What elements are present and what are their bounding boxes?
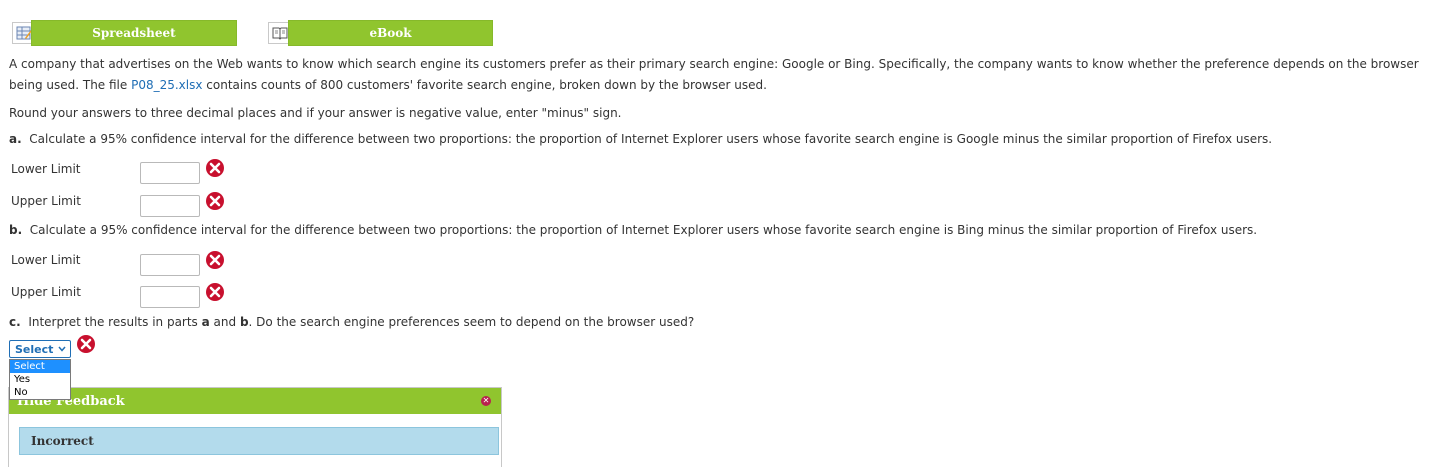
- ebook-label: eBook: [369, 26, 412, 40]
- dropdown-option-select[interactable]: Select: [10, 360, 70, 373]
- chevron-down-icon: [58, 346, 66, 352]
- intro-line2-pre: being used. The file: [9, 78, 132, 92]
- feedback-panel: Hide Feedback ✕ Incorrect: [8, 387, 502, 467]
- dropdown-option-no[interactable]: No: [10, 386, 70, 399]
- part-c-mid: and: [209, 315, 240, 329]
- part-c-text-post: . Do the search engine preferences seem …: [248, 315, 695, 329]
- feedback-header[interactable]: Hide Feedback ✕: [9, 388, 501, 414]
- part-b-label: b.: [9, 223, 23, 237]
- spreadsheet-button[interactable]: Spreadsheet: [31, 20, 237, 46]
- spreadsheet-label: Spreadsheet: [92, 26, 176, 40]
- rounding-note: Round your answers to three decimal plac…: [9, 106, 622, 120]
- incorrect-icon: [206, 251, 224, 269]
- problem-intro-line1: A company that advertises on the Web wan…: [9, 57, 1419, 71]
- incorrect-icon: [206, 283, 224, 301]
- part-b-lower-input[interactable]: [140, 254, 200, 276]
- part-b-question: b. Calculate a 95% confidence interval f…: [9, 223, 1257, 237]
- part-b-upper-label: Upper Limit: [11, 285, 81, 299]
- part-a-upper-label: Upper Limit: [11, 194, 81, 208]
- part-a-lower-label: Lower Limit: [11, 162, 81, 176]
- part-a-question: a. Calculate a 95% confidence interval f…: [9, 132, 1272, 146]
- part-a-label: a.: [9, 132, 22, 146]
- feedback-status: Incorrect: [19, 427, 499, 455]
- part-b-upper-input[interactable]: [140, 286, 200, 308]
- part-c-label: c.: [9, 315, 21, 329]
- incorrect-icon: [206, 159, 224, 177]
- select-value: Select: [15, 342, 54, 356]
- part-b-lower-label: Lower Limit: [11, 253, 81, 267]
- intro-line2-post: contains counts of 800 customers' favori…: [202, 78, 767, 92]
- part-c-dropdown: Select Yes No: [9, 359, 71, 400]
- close-icon[interactable]: ✕: [481, 396, 491, 406]
- part-c-select[interactable]: Select: [9, 340, 71, 358]
- incorrect-icon: [77, 335, 95, 353]
- part-a-upper-input[interactable]: [140, 195, 200, 217]
- ebook-button[interactable]: eBook: [288, 20, 493, 46]
- problem-intro-line2: being used. The file P08_25.xlsx contain…: [9, 78, 767, 92]
- part-c-ref-a: a: [201, 315, 210, 329]
- incorrect-icon: [206, 192, 224, 210]
- part-c-ref-b: b: [239, 315, 249, 329]
- part-a-text: Calculate a 95% confidence interval for …: [29, 132, 1273, 146]
- feedback-status-text: Incorrect: [31, 434, 94, 448]
- file-link[interactable]: P08_25.xlsx: [131, 78, 202, 92]
- part-b-text: Calculate a 95% confidence interval for …: [29, 223, 1258, 237]
- part-c-text-pre: Interpret the results in parts: [28, 315, 202, 329]
- part-a-lower-input[interactable]: [140, 162, 200, 184]
- part-c-question: c. Interpret the results in parts a and …: [9, 315, 694, 329]
- dropdown-option-yes[interactable]: Yes: [10, 373, 70, 386]
